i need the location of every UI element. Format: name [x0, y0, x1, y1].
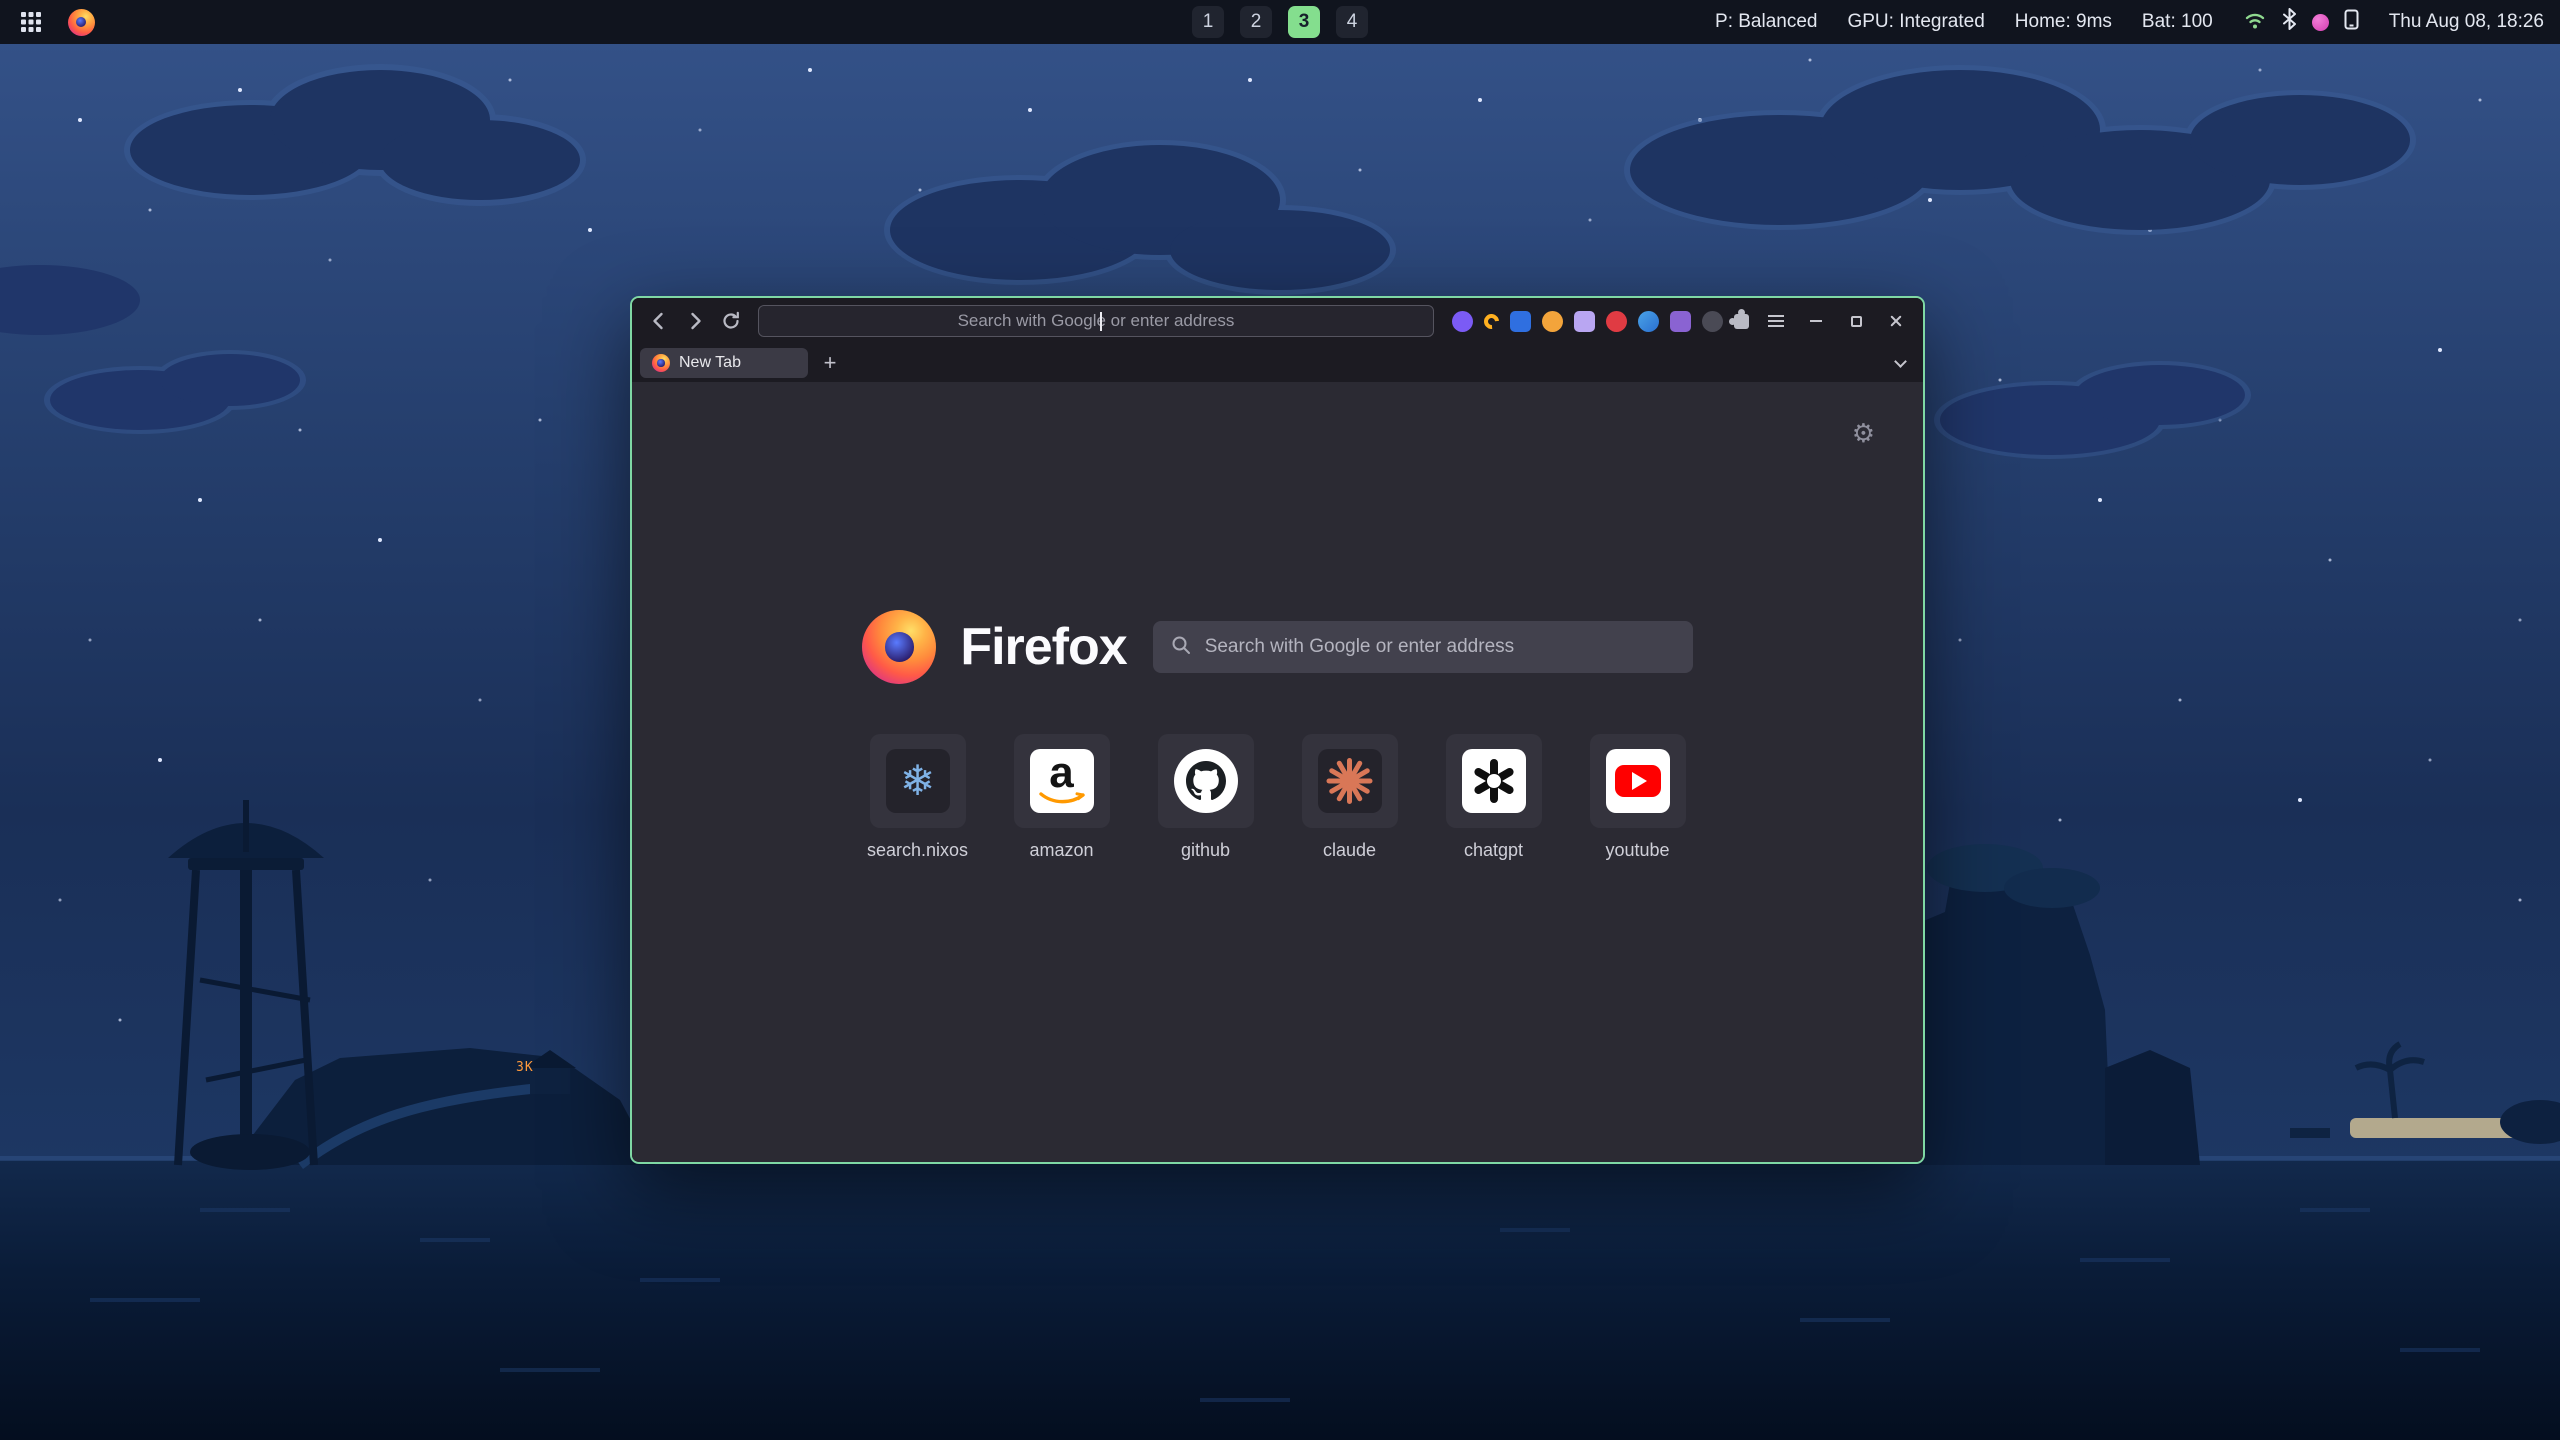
extension-icon-red[interactable]: [1606, 311, 1627, 332]
menu-icon[interactable]: [1759, 304, 1793, 338]
workspace-button-1[interactable]: 1: [1192, 6, 1224, 38]
extension-icon-amber-arc[interactable]: [1481, 310, 1502, 331]
wifi-icon[interactable]: [2243, 9, 2267, 36]
clock[interactable]: Thu Aug 08, 18:26: [2389, 11, 2544, 33]
text-caret: [1100, 312, 1102, 331]
workspace-button-3[interactable]: 3: [1288, 6, 1320, 38]
nixos-snowflake-icon: ❄: [900, 760, 935, 802]
firefox-launcher-icon[interactable]: [66, 7, 96, 37]
extension-icon-purple[interactable]: [1452, 311, 1473, 332]
shortcut-search-nixos[interactable]: ❄ search.nixos: [870, 734, 966, 861]
amazon-logo-icon: a: [1039, 757, 1085, 806]
bluetooth-icon[interactable]: [2282, 8, 2297, 36]
minimize-button[interactable]: [1799, 304, 1833, 338]
tab-list-dropdown-icon[interactable]: [1885, 349, 1915, 377]
gpu-status[interactable]: GPU: Integrated: [1847, 11, 1984, 33]
firefox-logo: [862, 610, 936, 684]
extension-icon-violet[interactable]: [1670, 311, 1691, 332]
extension-icon-orange[interactable]: [1542, 311, 1563, 332]
browser-toolbar: [632, 298, 1923, 344]
back-button[interactable]: [642, 304, 676, 338]
home-latency-status[interactable]: Home: 9ms: [2015, 11, 2112, 33]
newtab-search-bar: [1153, 621, 1693, 673]
extensions-toolbar: [1452, 311, 1749, 332]
battery-status[interactable]: Bat: 100: [2142, 11, 2213, 33]
reload-button[interactable]: [714, 304, 748, 338]
new-tab-button[interactable]: +: [816, 349, 844, 377]
firefox-window: New Tab + ⚙ Firefox ❄: [630, 296, 1925, 1164]
status-bar: 1 2 3 4 P: Balanced GPU: Integrated Home…: [0, 0, 2560, 44]
forward-button[interactable]: [678, 304, 712, 338]
tab-new-tab[interactable]: New Tab: [640, 348, 808, 378]
power-profile-status[interactable]: P: Balanced: [1715, 11, 1817, 33]
youtube-play-icon: [1615, 765, 1661, 797]
shortcut-github[interactable]: github: [1158, 734, 1254, 861]
system-tray: [2243, 8, 2359, 36]
urlbar-input[interactable]: [759, 310, 1433, 332]
workspace-button-4[interactable]: 4: [1336, 6, 1368, 38]
apps-launcher-icon[interactable]: [16, 7, 46, 37]
urlbar: [758, 305, 1434, 337]
openai-knot-icon: [1471, 758, 1517, 804]
extension-icon-lilac[interactable]: [1574, 311, 1595, 332]
newtab-page: ⚙ Firefox ❄ search.nixos: [632, 382, 1923, 1162]
workspace-switcher: 1 2 3 4: [1192, 6, 1368, 38]
shortcut-amazon[interactable]: a amazon: [1014, 734, 1110, 861]
search-icon: [1171, 635, 1191, 660]
shortcut-tiles: ❄ search.nixos a amazon: [870, 734, 1686, 861]
maximize-button[interactable]: [1839, 304, 1873, 338]
extension-icon-gray[interactable]: [1702, 311, 1723, 332]
workspace-button-2[interactable]: 2: [1240, 6, 1272, 38]
extensions-puzzle-icon[interactable]: [1734, 314, 1749, 329]
recorder-indicator-icon[interactable]: [2312, 14, 2329, 31]
window-controls: [1799, 304, 1913, 338]
newtab-settings-icon[interactable]: ⚙: [1852, 420, 1875, 446]
claude-starburst-icon: [1327, 758, 1373, 804]
newtab-search-input[interactable]: [1203, 635, 1675, 659]
tablet-icon[interactable]: [2344, 9, 2359, 36]
shortcut-claude[interactable]: claude: [1302, 734, 1398, 861]
firefox-wordmark: Firefox: [960, 617, 1126, 677]
tab-bar: New Tab +: [632, 344, 1923, 382]
wallpaper-sign: 3K: [516, 1060, 534, 1075]
shortcut-youtube[interactable]: youtube: [1590, 734, 1686, 861]
close-button[interactable]: [1879, 304, 1913, 338]
extension-icon-azure[interactable]: [1638, 311, 1659, 332]
firefox-favicon: [652, 354, 670, 372]
github-octocat-icon: [1186, 761, 1226, 801]
shortcut-chatgpt[interactable]: chatgpt: [1446, 734, 1542, 861]
tab-title: New Tab: [679, 354, 741, 372]
extension-icon-blue[interactable]: [1510, 311, 1531, 332]
